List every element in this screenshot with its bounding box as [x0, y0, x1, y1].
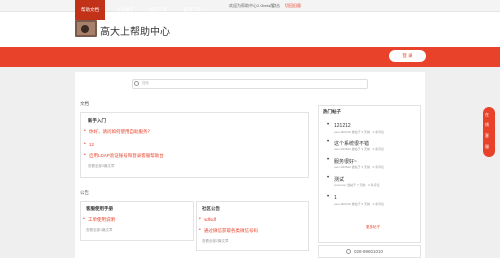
announcement-link[interactable]: sdfsdf: [204, 217, 216, 222]
bullet-icon: •: [199, 216, 201, 222]
announcements-left-title: 客服使用手册: [86, 206, 113, 211]
hot-posts-title: 热门帖子: [323, 109, 341, 114]
nav-item-forum[interactable]: 论坛帖子: [116, 6, 134, 14]
doc-link[interactable]: 启用LDAP验证账号和登录客服帮助台: [89, 153, 164, 159]
doc-link[interactable]: 你好，请问如何使用自助服务？: [89, 129, 152, 135]
announcement-link[interactable]: 通过微信获取各类微信号码: [204, 228, 258, 234]
phone-icon: [346, 249, 351, 254]
hot-post-title[interactable]: 1: [334, 195, 337, 201]
bullet-icon: •: [327, 194, 330, 200]
online-service-label: 线: [485, 122, 489, 127]
online-service-label: 客: [485, 133, 489, 138]
contact-phone: 028-89601010: [354, 249, 384, 254]
hot-post-title[interactable]: 服务很好~: [334, 158, 357, 165]
online-service-label: 在: [485, 112, 489, 117]
bullet-icon: •: [327, 157, 330, 163]
bullet-icon: •: [84, 152, 86, 158]
search-input[interactable]: [132, 79, 368, 89]
announcements-left-more-link[interactable]: 查看全部1篇文章: [86, 228, 112, 233]
bullet-icon: •: [84, 141, 86, 147]
docs-box-title: 新手入门: [88, 118, 106, 123]
hot-post-title[interactable]: 这个系统很不错: [334, 140, 369, 147]
bullet-icon: •: [327, 175, 330, 181]
bullet-icon: •: [83, 216, 85, 222]
announcements-right-more-link[interactable]: 查看全部2篇文章: [202, 239, 228, 244]
online-service-label: 服: [485, 144, 489, 149]
bullet-icon: •: [327, 139, 330, 145]
announcements-right-title: 社区公告: [202, 206, 220, 211]
nav-item-submit-ticket[interactable]: 提交工单: [149, 6, 167, 14]
hot-post-meta: user-9b9419 发帖于 9 天前 · 0 条评论: [334, 202, 385, 206]
hot-post-meta: user-3235a3 发帖于 3 天前 · 0 条评论: [334, 165, 385, 169]
more-posts-link[interactable]: 更多帖子: [366, 225, 380, 230]
docs-section-title: 文档: [80, 101, 89, 106]
search-placeholder: 搜索: [142, 81, 149, 85]
announcement-link[interactable]: 工单使用说明: [88, 217, 115, 223]
notice-prefix: 点击: [272, 3, 280, 8]
switch-old-version-link[interactable]: 切回旧版: [285, 3, 301, 9]
bullet-icon: •: [327, 122, 330, 128]
hot-post-meta: user-3235a3 发帖于 3 天前 · 0 条评论: [334, 147, 385, 151]
notice-message: 欢迎为帮助中心2.0beta版！: [229, 3, 279, 8]
bullet-icon: •: [199, 227, 201, 233]
search-icon: [134, 81, 139, 86]
nav-item-docs[interactable]: 帮助文档: [75, 0, 105, 20]
doc-link[interactable]: 12: [89, 142, 94, 147]
login-button[interactable]: 登 录: [389, 50, 426, 62]
nav-item-view-tickets[interactable]: 查阅工单: [183, 6, 201, 14]
logo-image[interactable]: [75, 20, 97, 37]
site-title: 高大上帮助中心: [100, 27, 170, 38]
hot-post-meta: user-9b9419 发帖于 3 天前 · 0 条评论: [334, 130, 385, 134]
hot-post-meta: customer 发帖于 7 天前 · 0 条评论: [334, 183, 380, 187]
hot-post-title[interactable]: 121212: [334, 123, 351, 129]
bullet-icon: •: [84, 128, 86, 134]
hot-post-title[interactable]: 测试: [334, 176, 344, 183]
announcements-section-title: 公告: [80, 190, 89, 195]
docs-more-link[interactable]: 查看全部3篇文章: [88, 164, 114, 169]
